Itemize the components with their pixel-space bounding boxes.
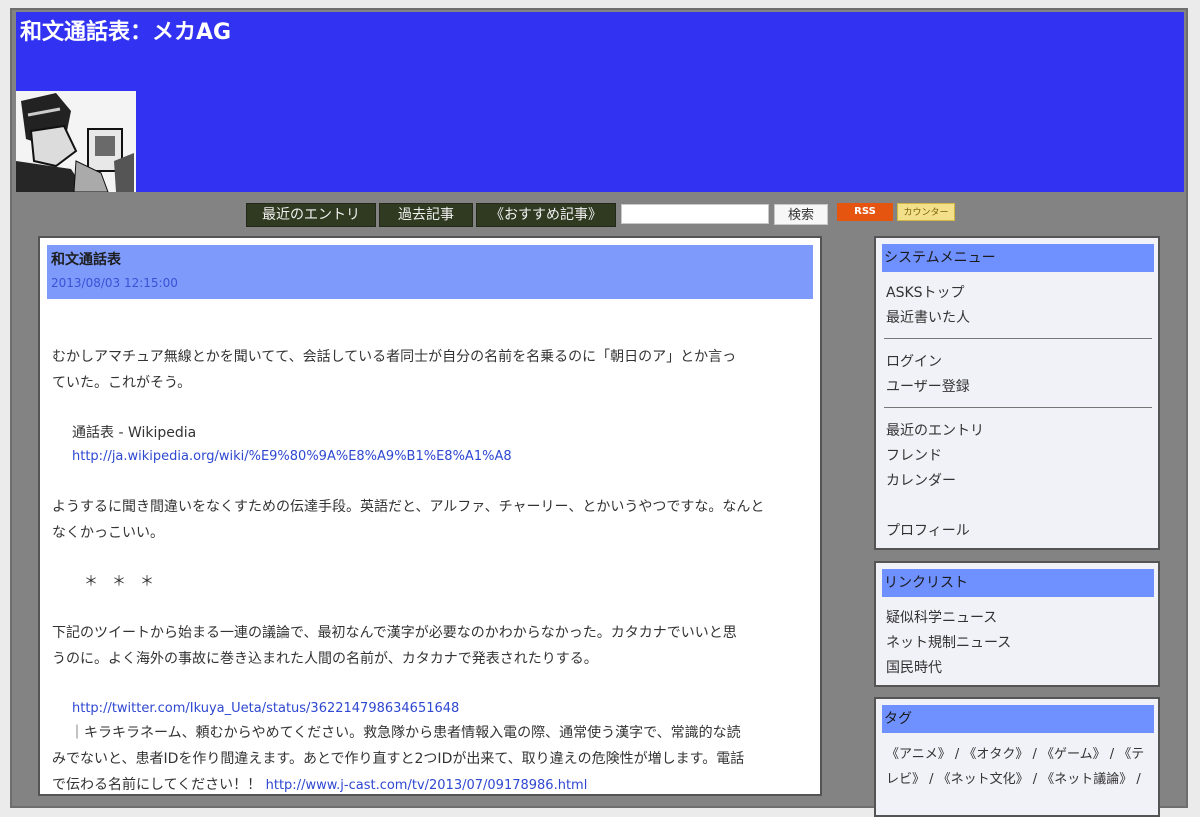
link-item-pseudoscience[interactable]: 疑似科学ニュース (886, 607, 997, 627)
quote-block: ｜キラキラネーム、頼むからやめてください。救急隊から患者情報入電の際、通常使う漢… (52, 720, 744, 799)
entry-date: 2013/08/03 12:15:00 (51, 276, 178, 290)
sidebar-item-recent-writers[interactable]: 最近書いた人 (886, 307, 970, 327)
search-input[interactable] (621, 204, 769, 224)
nav-bar: 最近のエントリ 過去記事 《おすすめ記事》 検索 RSS カウンター (0, 203, 1200, 227)
tweet-link[interactable]: http://twitter.com/Ikuya_Ueta/status/362… (72, 696, 459, 722)
header-manga-image (16, 91, 136, 192)
sidebar-item-friends[interactable]: フレンド (886, 445, 942, 465)
paragraph-1: むかしアマチュア無線とかを聞いてて、会話している者同士が自分の名前を名乗るのに「… (52, 344, 736, 396)
nav-archive[interactable]: 過去記事 (379, 203, 473, 227)
paragraph-3-line-2: うのに。よく海外の事故に巻き込まれた人間の名前が、カタカナで発表されたりする。 (52, 651, 598, 667)
paragraph-2-line-1: ようするに聞き間違いをなくすための伝達手段。英語だと、アルファ、チャーリー、とか… (52, 499, 765, 515)
rss-badge[interactable]: RSS (837, 203, 893, 221)
reference-1-label: 通話表 - Wikipedia (72, 425, 197, 441)
paragraph-1-line-2: ていた。これがそう。 (52, 375, 192, 391)
link-item-kokumin-jidai[interactable]: 国民時代 (886, 657, 942, 677)
paragraph-1-line-1: むかしアマチュア無線とかを聞いてて、会話している者同士が自分の名前を名乗るのに「… (52, 349, 737, 365)
quote-line-1: ｜キラキラネーム、頼むからやめてください。救急隊から患者情報入電の際、通常使う漢… (70, 725, 741, 741)
quote-line-3-text: で伝わる名前にしてください！！ (52, 777, 262, 793)
sidebar-item-profile[interactable]: プロフィール (886, 520, 970, 540)
counter-badge: カウンター (897, 203, 955, 221)
system-menu-heading: システムメニュー (882, 244, 1154, 272)
quote-line-2: みでないと、患者IDを作り間違えます。あとで作り直すと2つIDが出来て、取り違え… (52, 751, 745, 767)
paragraph-2: ようするに聞き間違いをなくすための伝達手段。英語だと、アルファ、チャーリー、とか… (52, 494, 764, 546)
paragraph-3-line-1: 下記のツイートから始まる一連の議論で、最初なんで漢字が必要なのかわからなかった。… (52, 625, 737, 641)
search-button[interactable]: 検索 (774, 204, 828, 225)
nav-recommended[interactable]: 《おすすめ記事》 (476, 203, 616, 227)
tags-line-1[interactable]: 《アニメ》 / 《オタク》 / 《ゲーム》 / 《テ (886, 743, 1144, 762)
entry-header: 和文通話表 2013/08/03 12:15:00 (47, 245, 813, 299)
sidebar-divider (884, 407, 1152, 408)
entry-panel: 和文通話表 2013/08/03 12:15:00 むかしアマチュア無線とかを聞… (38, 236, 822, 796)
site-title[interactable]: 和文通話表：メカAG (20, 14, 231, 46)
section-separator: ＊ ＊ ＊ (84, 574, 154, 590)
entry-title[interactable]: 和文通話表 (51, 249, 121, 269)
quote-link[interactable]: http://www.j-cast.com/tv/2013/07/0917898… (266, 778, 588, 793)
link-list-heading: リンクリスト (882, 569, 1154, 597)
tags-heading: タグ (882, 705, 1154, 733)
sidebar-item-calendar[interactable]: カレンダー (886, 470, 956, 490)
sidebar-divider (884, 338, 1152, 339)
tags-panel: タグ 《アニメ》 / 《オタク》 / 《ゲーム》 / 《テ レビ》 / 《ネット… (874, 697, 1160, 817)
paragraph-3: 下記のツイートから始まる一連の議論で、最初なんで漢字が必要なのかわからなかった。… (52, 620, 737, 672)
system-menu-panel: システムメニュー ASKSトップ 最近書いた人 ログイン ユーザー登録 最近のエ… (874, 236, 1160, 550)
sidebar-item-login[interactable]: ログイン (886, 351, 942, 371)
sidebar-item-register[interactable]: ユーザー登録 (886, 376, 970, 396)
sidebar-item-recent-entries[interactable]: 最近のエントリ (886, 420, 984, 440)
reference-1-link[interactable]: http://ja.wikipedia.org/wiki/%E9%80%9A%E… (72, 444, 512, 470)
link-list-panel: リンクリスト 疑似科学ニュース ネット規制ニュース 国民時代 (874, 561, 1160, 687)
site-header: 和文通話表：メカAG (16, 12, 1184, 192)
tags-line-2[interactable]: レビ》 / 《ネット文化》 / 《ネット議論》 / (886, 768, 1141, 787)
link-item-net-regulation[interactable]: ネット規制ニュース (886, 632, 1011, 652)
paragraph-2-line-2: なくかっこいい。 (52, 525, 164, 541)
quote-line-3: で伝わる名前にしてください！！ http://www.j-cast.com/tv… (52, 772, 744, 799)
sidebar-item-asks-top[interactable]: ASKSトップ (886, 282, 965, 302)
nav-recent-entries[interactable]: 最近のエントリ (246, 203, 376, 227)
